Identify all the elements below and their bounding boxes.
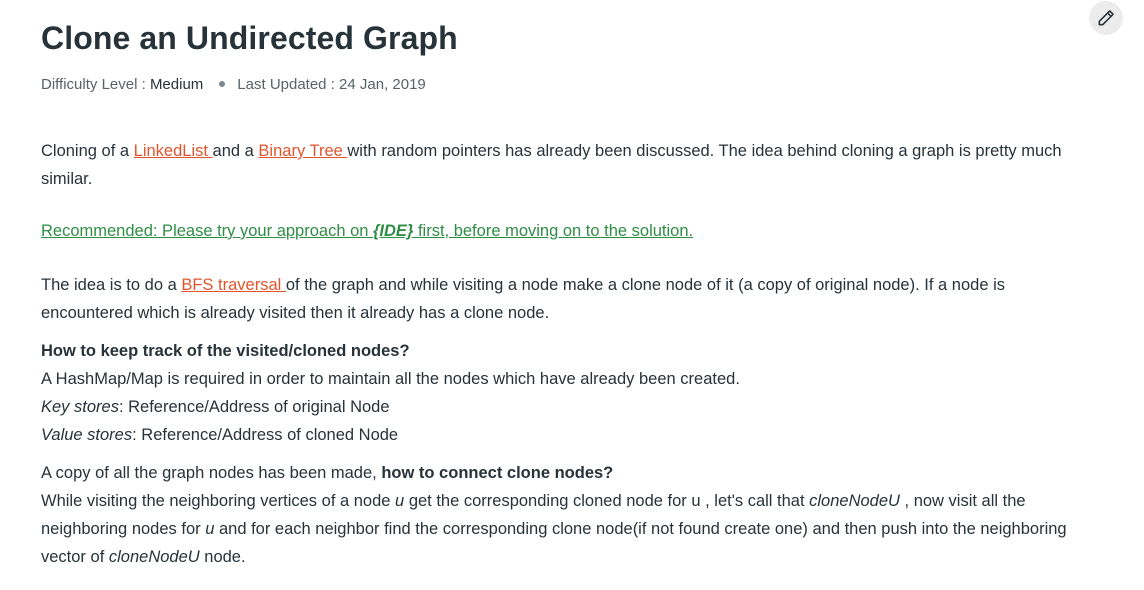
- recommended-text: Recommended: Please try your approach on: [41, 222, 374, 240]
- tracking-heading: How to keep track of the visited/cloned …: [41, 342, 410, 360]
- connect-text: get the corresponding cloned node for u …: [404, 492, 810, 510]
- recommended-text: first, before moving on to the solution.: [413, 222, 694, 240]
- connect-section: A copy of all the graph nodes has been m…: [41, 459, 1086, 571]
- recommended-link[interactable]: Recommended: Please try your approach on…: [41, 222, 693, 240]
- var-clone-node-u: cloneNodeU: [108, 548, 200, 566]
- connect-text: node.: [199, 548, 246, 566]
- intro-text: and a: [212, 142, 259, 160]
- connect-heading: how to connect clone nodes?: [381, 464, 614, 482]
- var-clone-node-u: cloneNodeU: [809, 492, 900, 510]
- intro-paragraph: Cloning of a LinkedList and a Binary Tre…: [41, 137, 1086, 193]
- meta-separator-dot: [219, 81, 226, 88]
- pencil-icon: [1098, 10, 1114, 26]
- value-stores-text: : Reference/Address of cloned Node: [132, 426, 399, 444]
- ide-link-text: {IDE}: [373, 222, 414, 240]
- bfs-text: The idea is to do a: [41, 276, 182, 294]
- recommended-note: Recommended: Please try your approach on…: [41, 217, 693, 245]
- article-meta: Difficulty Level : Medium Last Updated : …: [41, 76, 426, 93]
- value-stores-label: Value stores: [41, 426, 133, 444]
- key-stores-text: : Reference/Address of original Node: [118, 398, 390, 416]
- connect-text: A copy of all the graph nodes has been m…: [41, 464, 382, 482]
- edit-button[interactable]: [1089, 1, 1123, 35]
- connect-text: While visiting the neighboring vertices …: [41, 492, 396, 510]
- hashmap-line: A HashMap/Map is required in order to ma…: [41, 370, 740, 388]
- var-u: u: [205, 520, 215, 538]
- bfs-traversal-link[interactable]: BFS traversal: [181, 276, 286, 294]
- var-u: u: [395, 492, 405, 510]
- difficulty-label: Difficulty Level :: [41, 76, 150, 93]
- updated-value: 24 Jan, 2019: [339, 76, 426, 93]
- difficulty-value[interactable]: Medium: [150, 76, 203, 93]
- intro-text: Cloning of a: [41, 142, 134, 160]
- page-title: Clone an Undirected Graph: [41, 20, 458, 56]
- tracking-section: How to keep track of the visited/cloned …: [41, 337, 740, 449]
- bfs-paragraph: The idea is to do a BFS traversal of the…: [41, 271, 1086, 327]
- binary-tree-link[interactable]: Binary Tree: [258, 142, 347, 160]
- linkedlist-link[interactable]: LinkedList: [134, 142, 213, 160]
- updated-label: Last Updated :: [237, 76, 340, 93]
- key-stores-label: Key stores: [41, 398, 119, 416]
